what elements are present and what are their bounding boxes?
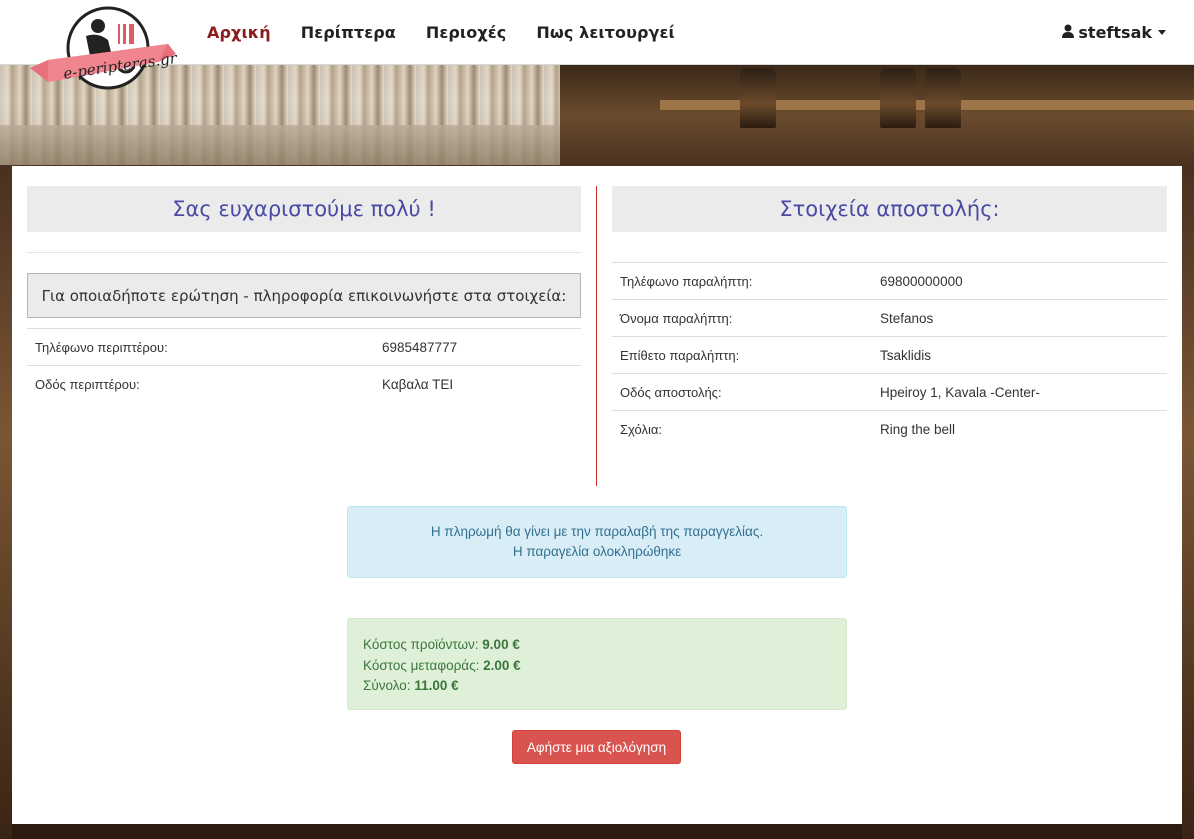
table-row: Όνομα παραλήπτη: Stefanos (612, 299, 1167, 337)
table-row: Επίθετο παραλήπτη: Tsaklidis (612, 336, 1167, 374)
divider (27, 252, 581, 253)
contact-prompt: Για οποιαδήποτε ερώτηση - πληροφορία επι… (27, 273, 581, 318)
total-cost: Σύνολο: 11.00 € (363, 676, 831, 697)
recipient-surname-value: Tsaklidis (872, 336, 1167, 374)
payment-info-alert: Η πληρωμή θα γίνει με την παραλαβή της π… (347, 506, 847, 578)
table-row: Τηλέφωνο περιπτέρου: 6985487777 (27, 328, 581, 366)
background-bottle (925, 68, 961, 128)
thank-you-heading: Σας ευχαριστούμε πολύ ! (27, 186, 581, 232)
background-side-left (0, 165, 12, 839)
row-label: Τηλέφωνο παραλήπτη: (612, 262, 872, 300)
leave-review-button[interactable]: Αφήστε μια αξιολόγηση (512, 730, 681, 764)
user-icon (1062, 23, 1075, 42)
background-bottle (740, 68, 776, 128)
comments-value: Ring the bell (872, 410, 1167, 448)
row-label: Τηλέφωνο περιπτέρου: (27, 328, 374, 366)
background-bottles-area (560, 65, 1194, 165)
username: steftsak (1078, 23, 1152, 42)
row-label: Οδός περιπτέρου: (27, 365, 374, 403)
nav-kiosks[interactable]: Περίπτερα (301, 23, 396, 42)
products-cost-value: 9.00 € (482, 637, 520, 652)
products-cost: Κόστος προϊόντων: 9.00 € (363, 635, 831, 656)
cost-summary: Κόστος προϊόντων: 9.00 € Κόστος μεταφορά… (347, 618, 847, 710)
user-dropdown[interactable]: steftsak (1062, 0, 1166, 65)
background-shelf (0, 125, 560, 165)
background-bottle (880, 68, 916, 128)
row-label: Οδός αποστολής: (612, 373, 872, 411)
shipping-heading: Στοιχεία αποστολής: (612, 186, 1167, 232)
table-row: Τηλέφωνο παραλήπτη: 69800000000 (612, 262, 1167, 300)
nav-home[interactable]: Αρχική (207, 23, 271, 42)
products-cost-label: Κόστος προϊόντων: (363, 637, 479, 652)
row-label: Όνομα παραλήπτη: (612, 299, 872, 337)
nav-areas[interactable]: Περιοχές (426, 23, 507, 42)
thank-you-column: Σας ευχαριστούμε πολύ ! Για οποιαδήποτε … (27, 186, 581, 403)
order-complete-text: Η παραγελία ολοκληρώθηκε (512, 544, 682, 559)
site-logo[interactable]: e-peripteras.gr (28, 4, 179, 100)
table-row: Οδός αποστολής: Hpeiroy 1, Kavala -Cente… (612, 373, 1167, 411)
top-navbar: e-peripteras.gr Αρχική Περίπτερα Περιοχέ… (0, 0, 1194, 90)
order-confirmation-card: Σας ευχαριστούμε πολύ ! Για οποιαδήποτε … (12, 166, 1182, 824)
nav-how-it-works[interactable]: Πως λειτουργεί (536, 23, 675, 42)
kiosk-address-value: Καβαλα ΤΕΙ (374, 365, 581, 403)
row-label: Επίθετο παραλήπτη: (612, 336, 872, 374)
shipping-address-value: Hpeiroy 1, Kavala -Center- (872, 373, 1167, 411)
total-cost-label: Σύνολο: (363, 678, 411, 693)
row-label: Σχόλια: (612, 410, 872, 448)
total-cost-value: 11.00 € (414, 678, 459, 693)
table-row: Οδός περιπτέρου: Καβαλα ΤΕΙ (27, 365, 581, 403)
background-side-right (1182, 165, 1194, 839)
chevron-down-icon (1158, 30, 1166, 35)
shipping-info-table: Τηλέφωνο παραλήπτη: 69800000000 Όνομα πα… (612, 262, 1167, 448)
shipping-details-column: Στοιχεία αποστολής: Τηλέφωνο παραλήπτη: … (612, 186, 1167, 448)
column-divider (596, 186, 597, 486)
main-nav: Αρχική Περίπτερα Περιοχές Πως λειτουργεί (207, 0, 705, 65)
kiosk-phone-value: 6985487777 (374, 328, 581, 366)
recipient-name-value: Stefanos (872, 299, 1167, 337)
payment-info-text: Η πληρωμή θα γίνει με την παραλαβή της π… (430, 524, 764, 539)
shipping-cost-value: 2.00 € (483, 657, 521, 673)
kiosk-info-table: Τηλέφωνο περιπτέρου: 6985487777 Οδός περ… (27, 328, 581, 403)
shipping-cost-label: Κόστος μεταφοράς: (363, 657, 480, 673)
table-row: Σχόλια: Ring the bell (612, 410, 1167, 448)
recipient-phone-value: 69800000000 (872, 262, 1167, 300)
shipping-cost: Κόστος μεταφοράς: 2.00 € (363, 656, 831, 677)
